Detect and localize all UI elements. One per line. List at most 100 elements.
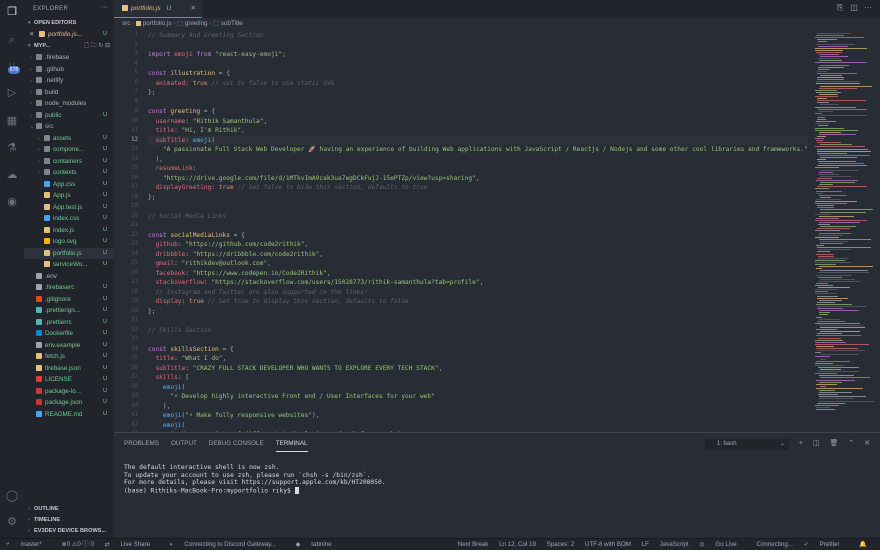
project-section[interactable]: ▾ MYP... 🗋 🗀 ↻ ⊟	[24, 41, 114, 52]
tree-item[interactable]: › public U	[24, 110, 114, 122]
tree-item[interactable]: package-lo... U	[24, 386, 114, 398]
tree-item[interactable]: › compone... U	[24, 144, 114, 156]
run-debug-icon[interactable]: ▷	[5, 86, 19, 100]
outline-section[interactable]: › OUTLINE	[24, 504, 114, 515]
extensions-icon[interactable]: ▦	[5, 114, 19, 128]
close-icon[interactable]: ✕	[24, 31, 34, 38]
breadcrumb-item[interactable]: src	[122, 20, 130, 27]
breadcrumb-item[interactable]: subTitle	[221, 20, 243, 27]
close-panel-icon[interactable]: ✕	[864, 437, 870, 451]
close-tab-icon[interactable]: ✕	[191, 0, 196, 18]
tree-item[interactable]: LICENSE U	[24, 374, 114, 386]
tree-item[interactable]: › contexts U	[24, 167, 114, 179]
cursor-position[interactable]: Ln 12, Col 19	[499, 541, 536, 548]
tree-item-label: compone...	[53, 146, 85, 153]
settings-gear-icon[interactable]: ⚙	[5, 515, 19, 529]
tab-terminal[interactable]: TERMINAL	[275, 437, 308, 452]
terminal-output[interactable]: The default interactive shell is now zsh…	[124, 464, 864, 495]
tree-item[interactable]: App.js U	[24, 190, 114, 202]
tree-item[interactable]: logo.svg U	[24, 236, 114, 248]
tree-item[interactable]: App.css U	[24, 179, 114, 191]
connecting-status[interactable]: Connecting...	[756, 541, 792, 548]
tree-item-label: .netlify	[45, 77, 64, 84]
minimap-line	[820, 240, 848, 242]
encoding[interactable]: UTF-8 with BOM	[585, 541, 631, 548]
tab-portfolio-js[interactable]: portfolio.js U ✕	[114, 0, 202, 18]
tree-item[interactable]: › node_modules	[24, 98, 114, 110]
breadcrumb-item[interactable]: portfolio.js	[143, 20, 172, 27]
tree-item[interactable]: README.md U	[24, 409, 114, 421]
github-icon[interactable]: ◉	[5, 195, 19, 209]
add-terminal-icon[interactable]: +	[799, 437, 803, 451]
minimap-line	[815, 339, 843, 341]
tree-item[interactable]: › .github	[24, 64, 114, 76]
tree-item[interactable]: portfolio.js U	[24, 247, 114, 259]
discord-status[interactable]: ◐ Connecting to Discord Gateway...	[170, 541, 285, 548]
minimap-line	[815, 285, 833, 286]
open-changes-icon[interactable]: ⎘	[834, 3, 846, 13]
breadcrumb-item[interactable]: greeting	[185, 20, 208, 27]
more-actions-icon[interactable]: ···	[101, 4, 108, 11]
trash-icon[interactable]: 🗑	[829, 437, 838, 451]
tree-item[interactable]: .prettierign... U	[24, 305, 114, 317]
problems-indicator[interactable]: ⊗0 ⚠0 ⓘ 0	[62, 541, 94, 548]
files-icon[interactable]: ❐	[5, 5, 19, 19]
tree-item[interactable]: .firebaserc U	[24, 282, 114, 294]
tree-item[interactable]: › containers U	[24, 156, 114, 168]
terminal-select[interactable]: 1: bash ⌄	[704, 439, 789, 450]
tree-item[interactable]: ⌄ src	[24, 121, 114, 133]
minimap-line	[820, 182, 855, 184]
js-icon	[44, 192, 50, 199]
tree-item[interactable]: Dockerfile U	[24, 328, 114, 340]
tree-item[interactable]: env.example U	[24, 340, 114, 352]
notifications-icon[interactable]: 🔔	[859, 541, 867, 548]
js-file-icon	[39, 31, 46, 38]
tree-item[interactable]: index.css U	[24, 213, 114, 225]
tab-problems[interactable]: PROBLEMS	[124, 437, 159, 451]
minimap[interactable]	[812, 29, 880, 432]
split-editor-icon[interactable]: ◫	[848, 3, 860, 12]
account-icon[interactable]: ◯	[5, 489, 19, 503]
tree-item[interactable]: .gitignore U	[24, 294, 114, 306]
tree-item[interactable]: › build	[24, 87, 114, 99]
live-share-button[interactable]: ⇄ Live Share	[105, 541, 160, 548]
minimap-line	[816, 91, 841, 93]
next-break[interactable]: Next Break	[458, 541, 489, 548]
tab-debug-console[interactable]: DEBUG CONSOLE	[209, 437, 264, 451]
tree-item[interactable]: fetch.js U	[24, 351, 114, 363]
tree-item[interactable]: .prettierrc U	[24, 317, 114, 329]
tree-item[interactable]: › .netlify	[24, 75, 114, 87]
tab-output[interactable]: OUTPUT	[171, 437, 197, 451]
open-editor-item[interactable]: ✕ portfolio.js... U	[24, 29, 114, 41]
search-icon[interactable]: ⌕	[5, 33, 19, 47]
code-content[interactable]: // Summary And Greeting Section import e…	[148, 31, 808, 440]
more-actions-icon[interactable]: ···	[862, 3, 874, 12]
tree-item[interactable]: firebase.json U	[24, 363, 114, 375]
minimap-line	[815, 213, 831, 215]
tabnine-status[interactable]: ◆ tabnine	[296, 541, 341, 548]
remote-explorer-icon[interactable]: ☁	[5, 168, 19, 182]
tree-item[interactable]: index.js U	[24, 225, 114, 237]
open-editors-section[interactable]: ▾ OPEN EDITORS	[24, 18, 114, 29]
tree-item-label: assets	[53, 134, 72, 142]
tree-item[interactable]: serviceWo... U	[24, 259, 114, 271]
timeline-section[interactable]: › TIMELINE	[24, 515, 114, 526]
line-numbers: 1 2 3 4 5 6 7 8 9 10 11 12 13 14 15 16 17 18 19 20 21 22 23 24 2…	[114, 31, 138, 440]
tree-item[interactable]: › .firebase	[24, 52, 114, 64]
line-number: 33	[131, 336, 138, 342]
line-ending[interactable]: LF	[642, 541, 649, 548]
branch-indicator[interactable]: ⑂ master*	[6, 541, 51, 548]
tree-item[interactable]: › assets U	[24, 133, 114, 145]
tree-item[interactable]: package.json U	[24, 397, 114, 409]
tree-item[interactable]: .env	[24, 271, 114, 283]
indentation[interactable]: Spaces: 2	[547, 541, 575, 548]
maximize-panel-icon[interactable]: ⌃	[848, 437, 854, 451]
testing-icon[interactable]: ⚗	[5, 141, 19, 155]
go-live-button[interactable]: ◎ Go Live	[699, 541, 745, 548]
language-mode[interactable]: JavaScript	[660, 541, 689, 548]
prettier-status[interactable]: ✓ Prettier	[804, 541, 849, 548]
explorer-actions[interactable]: 🗋 🗀 ↻ ⊟	[84, 41, 110, 52]
tree-item[interactable]: App.test.js U	[24, 202, 114, 214]
split-terminal-icon[interactable]: ◫	[813, 437, 820, 451]
ev3dev-section[interactable]: › EV3DEV DEVICE BROWS...	[24, 526, 114, 537]
